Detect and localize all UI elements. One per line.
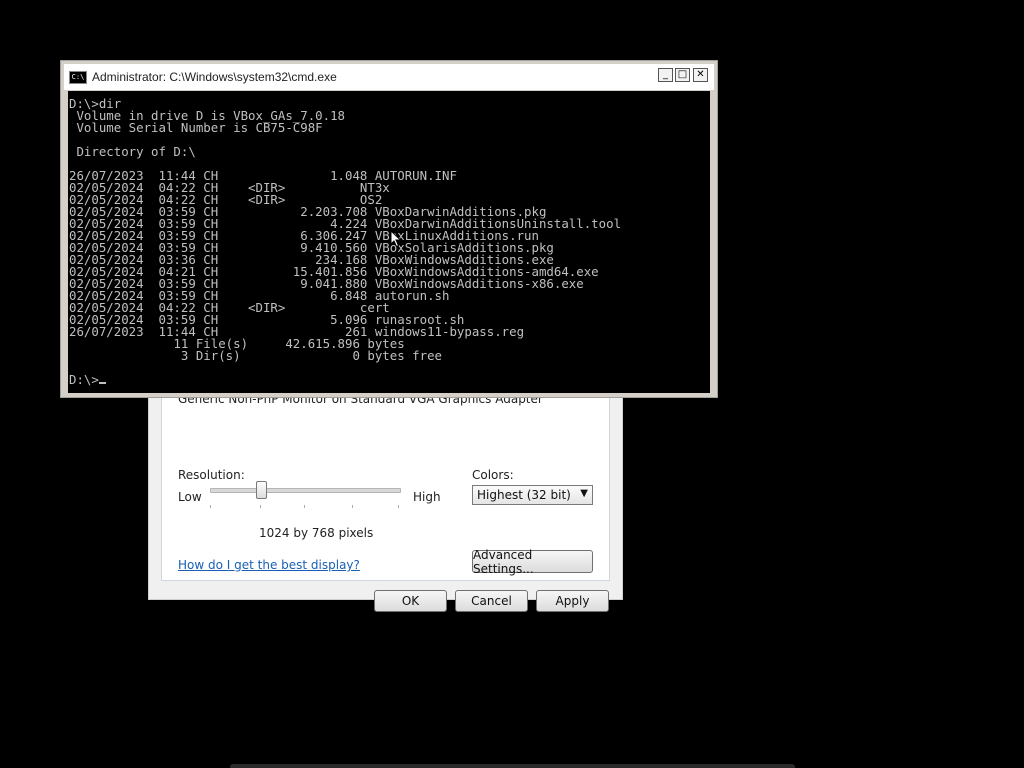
display-settings-dialog: Generic Non-PnP Monitor on Standard VGA …	[148, 390, 623, 612]
chevron-down-icon: ▼	[580, 488, 588, 499]
console-area[interactable]: D:\>dir Volume in drive D is VBox_GAs_7.…	[68, 91, 710, 393]
minimize-button[interactable]: _	[658, 68, 673, 82]
colors-selected-value: Highest (32 bit)	[477, 488, 571, 502]
command-prompt: D:\>	[69, 372, 99, 387]
cmd-icon: C:\	[69, 70, 87, 84]
colors-label: Colors:	[472, 468, 514, 482]
text-cursor	[98, 382, 106, 384]
low-label: Low	[178, 490, 202, 504]
display-panel: Generic Non-PnP Monitor on Standard VGA …	[161, 390, 610, 581]
slider-tick	[352, 505, 353, 508]
help-link[interactable]: How do I get the best display?	[178, 558, 360, 572]
apply-button[interactable]: Apply	[536, 590, 609, 612]
slider-tick	[304, 505, 305, 508]
high-label: High	[413, 490, 441, 504]
console-output: D:\>dir Volume in drive D is VBox_GAs_7.…	[68, 91, 710, 386]
resolution-value: 1024 by 768 pixels	[259, 526, 374, 540]
slider-tick	[398, 505, 399, 508]
console-line: Directory of D:\	[76, 144, 196, 159]
console-line: Volume Serial Number is CB75-C98F	[76, 120, 323, 135]
cancel-button[interactable]: Cancel	[455, 590, 528, 612]
advanced-settings-button[interactable]: Advanced Settings...	[472, 548, 593, 576]
taskbar-edge	[230, 764, 795, 768]
console-line: 3 Dir(s) 0 bytes free	[180, 348, 442, 363]
resolution-slider-thumb[interactable]	[256, 481, 268, 499]
mouse-pointer-icon	[390, 230, 402, 248]
close-button[interactable]: ✕	[693, 68, 708, 82]
resolution-label: Resolution:	[178, 468, 245, 482]
resolution-slider-track[interactable]	[210, 488, 401, 493]
cmd-titlebar[interactable]: C:\ Administrator: C:\Windows\system32\c…	[64, 64, 714, 90]
window-title: Administrator: C:\Windows\system32\cmd.e…	[92, 70, 337, 84]
cmd-window: C:\ Administrator: C:\Windows\system32\c…	[60, 60, 718, 398]
console-lines: D:\>dir Volume in drive D is VBox_GAs_7.…	[69, 96, 621, 363]
maximize-button[interactable]: □	[675, 68, 690, 82]
colors-select[interactable]: Highest (32 bit) ▼	[472, 485, 593, 505]
slider-tick	[210, 505, 211, 508]
slider-tick	[260, 505, 261, 508]
ok-button[interactable]: OK	[374, 590, 447, 612]
